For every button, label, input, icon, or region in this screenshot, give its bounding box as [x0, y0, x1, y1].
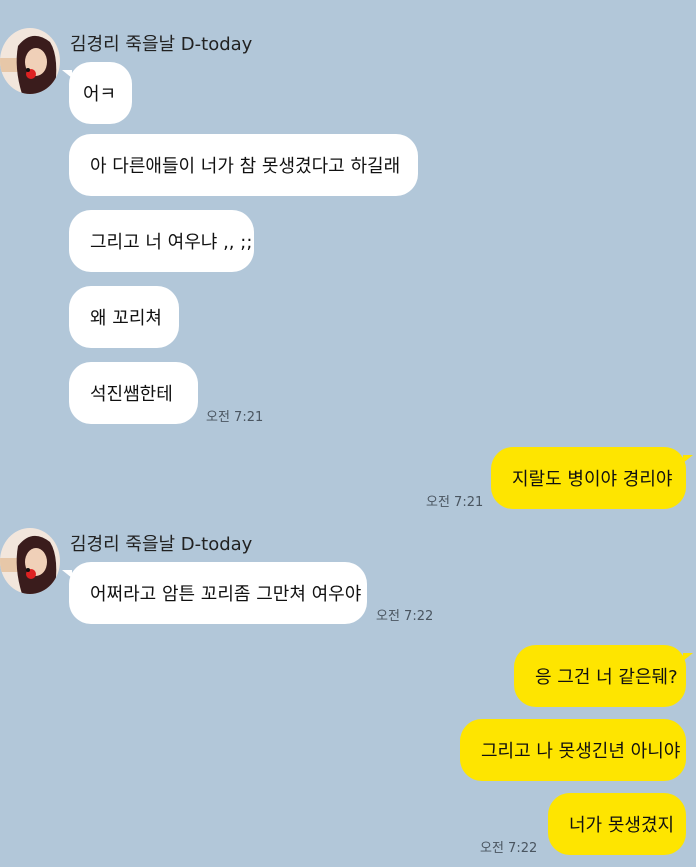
- sender-name: 김경리 죽을날 D-today: [70, 34, 253, 55]
- message-timestamp: 오전 7:22: [480, 841, 538, 856]
- sender-avatar[interactable]: [0, 528, 60, 594]
- avatar-photo-icon: [0, 28, 60, 94]
- message-bubble[interactable]: 지랄도 병이야 경리야: [491, 447, 693, 509]
- message-bubble[interactable]: 너가 못생겼지: [548, 793, 686, 855]
- message-bubble[interactable]: 왜 꼬리쳐: [69, 286, 179, 348]
- avatar-photo-icon: [0, 528, 60, 594]
- message-timestamp: 오전 7:21: [206, 410, 264, 425]
- message-bubble[interactable]: 어쩌라고 암튼 꼬리좀 그만쳐 여우야: [62, 562, 367, 624]
- message-bubble[interactable]: 석진쌤한테: [69, 362, 198, 424]
- message-bubble[interactable]: 어ㅋ: [62, 62, 132, 124]
- message-timestamp: 오전 7:22: [376, 609, 434, 624]
- sender-avatar[interactable]: [0, 28, 60, 94]
- message-bubble[interactable]: 아 다른애들이 너가 참 못생겼다고 하길래: [69, 134, 418, 196]
- message-bubble[interactable]: 그리고 나 못생긴년 아니야: [460, 719, 686, 781]
- sender-name: 김경리 죽을날 D-today: [70, 534, 253, 555]
- message-bubble[interactable]: 그리고 너 여우냐 ,, ;;: [69, 210, 254, 272]
- message-timestamp: 오전 7:21: [426, 495, 484, 510]
- message-bubble[interactable]: 응 그건 너 같은뒈?: [514, 645, 693, 707]
